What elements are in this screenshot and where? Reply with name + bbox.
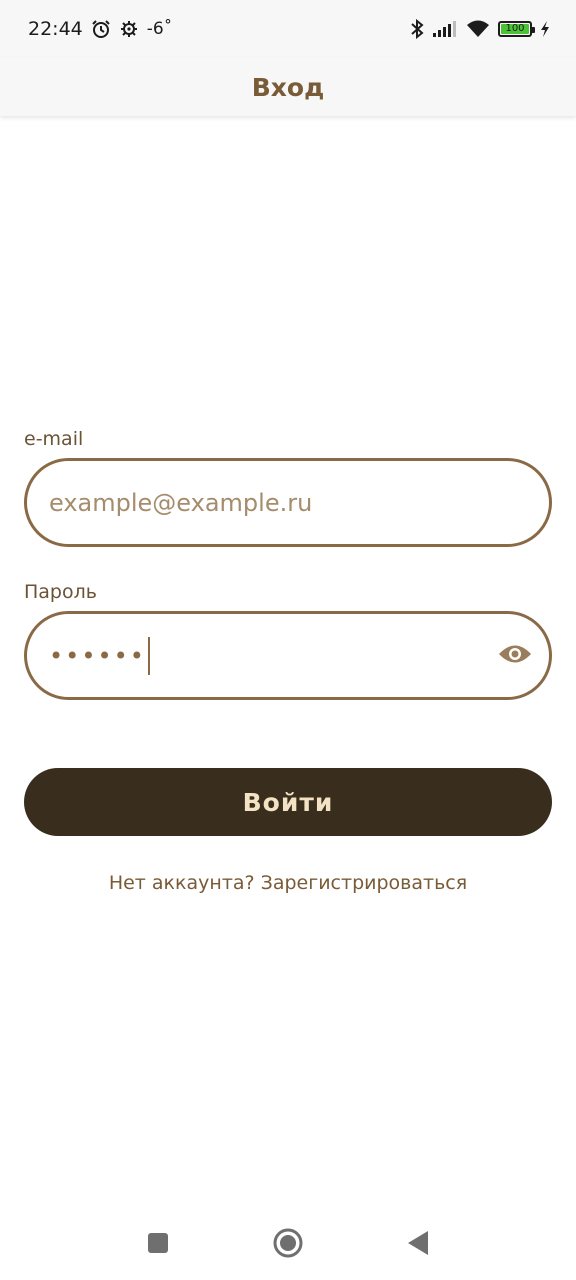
back-icon bbox=[406, 1230, 430, 1260]
status-bar-right: 100 bbox=[410, 19, 550, 39]
alarm-icon bbox=[91, 19, 111, 39]
password-field[interactable]: •••••• bbox=[24, 611, 552, 700]
app-bar: Вход bbox=[0, 58, 576, 116]
status-bar: 22:44 -6˚ 100 bbox=[0, 0, 576, 58]
battery-icon: 100 bbox=[498, 21, 535, 37]
settings-gear-icon bbox=[119, 19, 139, 39]
status-bar-left: 22:44 -6˚ bbox=[28, 18, 172, 40]
home-icon bbox=[273, 1228, 303, 1262]
clock: 22:44 bbox=[28, 18, 83, 40]
text-cursor bbox=[147, 636, 150, 675]
eye-icon bbox=[498, 643, 532, 669]
system-nav-bar bbox=[0, 1210, 576, 1280]
bluetooth-icon bbox=[410, 19, 424, 39]
temperature: -6˚ bbox=[146, 19, 173, 39]
email-placeholder: example@example.ru bbox=[49, 488, 313, 517]
login-screen: 22:44 -6˚ 100 Вход e-mail example@exampl… bbox=[0, 0, 576, 1280]
show-password-button[interactable] bbox=[497, 638, 533, 674]
recent-apps-button[interactable] bbox=[143, 1230, 173, 1260]
page-title: Вход bbox=[251, 72, 325, 102]
email-field[interactable]: example@example.ru bbox=[24, 458, 552, 547]
register-link[interactable]: Нет аккаунта? Зарегистрироваться bbox=[0, 872, 576, 894]
charging-icon bbox=[540, 20, 550, 38]
email-label: e-mail bbox=[24, 428, 84, 450]
login-button[interactable]: Войти bbox=[24, 768, 552, 836]
password-value: •••••• bbox=[49, 641, 146, 670]
password-label: Пароль bbox=[24, 581, 97, 603]
battery-level: 100 bbox=[501, 24, 529, 34]
recent-apps-icon bbox=[146, 1231, 170, 1259]
back-button[interactable] bbox=[403, 1230, 433, 1260]
wifi-icon bbox=[466, 20, 490, 38]
home-button[interactable] bbox=[273, 1228, 303, 1262]
signal-icon bbox=[432, 20, 458, 38]
